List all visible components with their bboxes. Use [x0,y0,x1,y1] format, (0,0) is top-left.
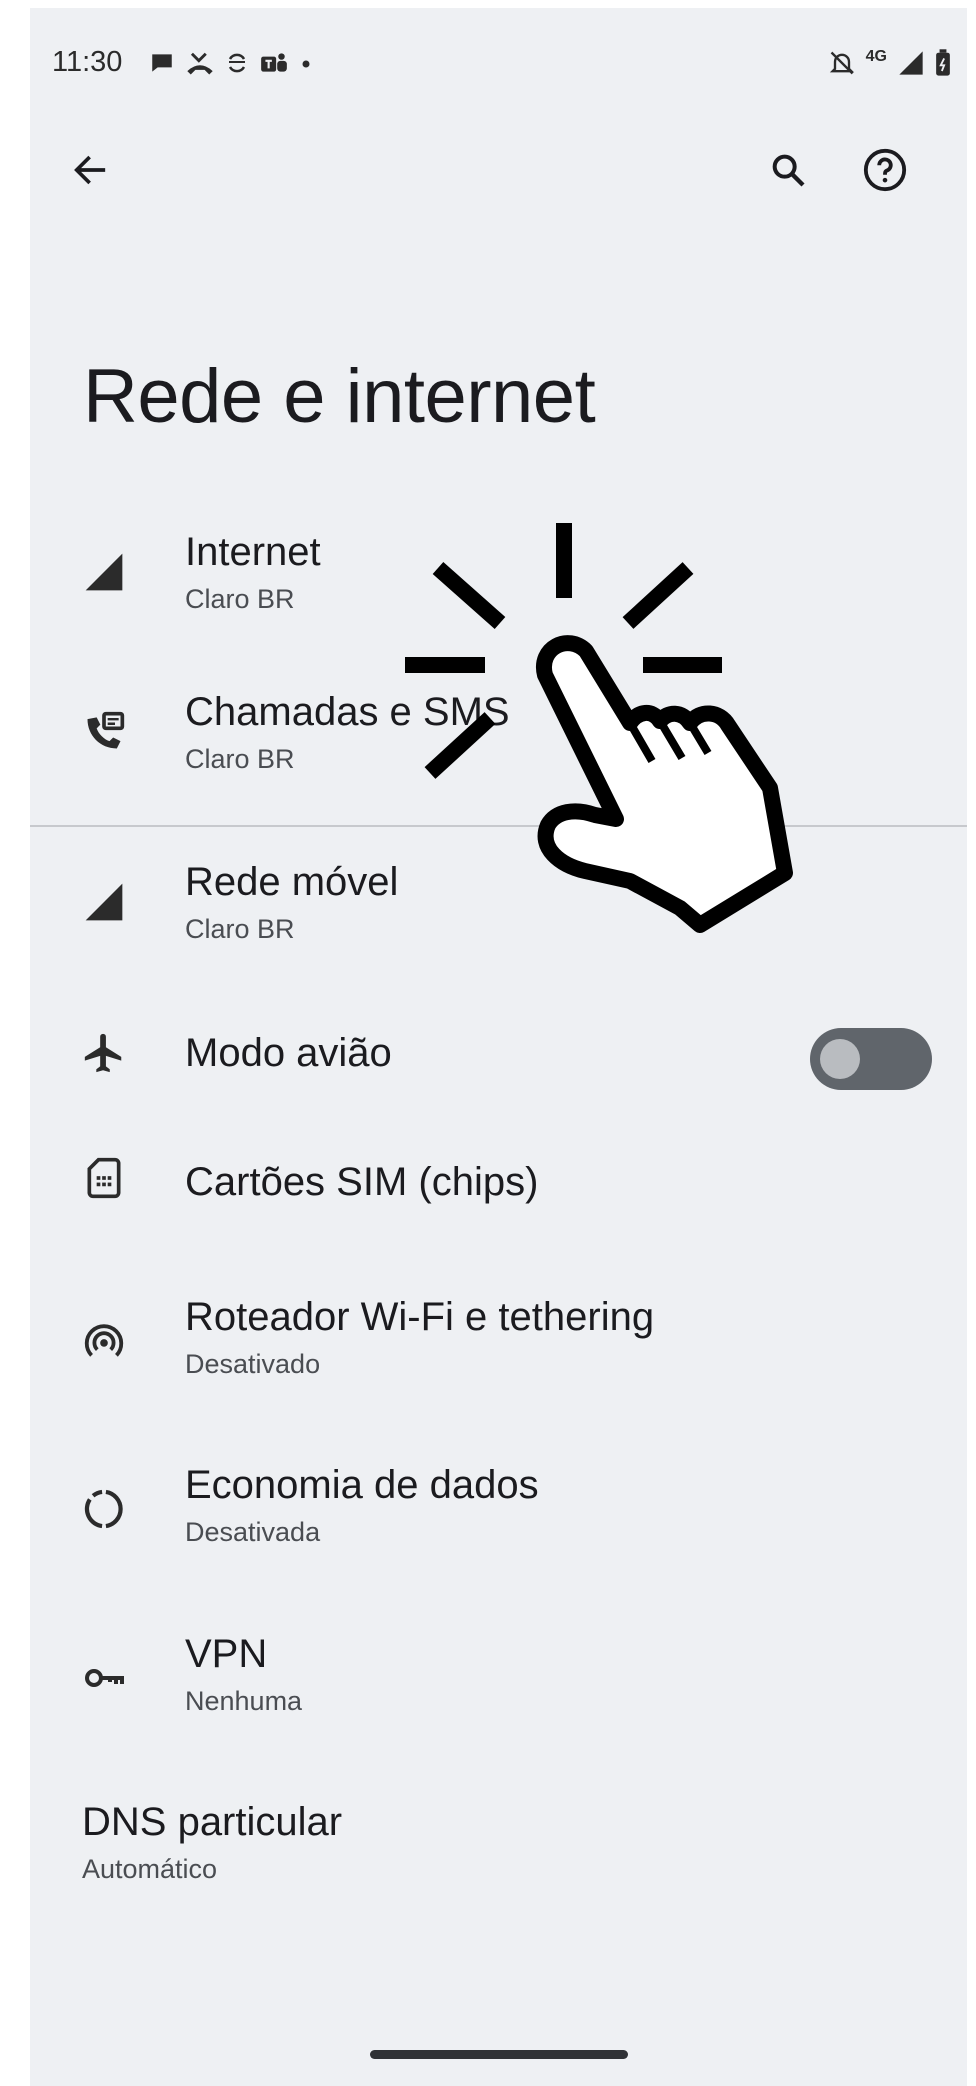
battery-icon [936,49,950,76]
search-button[interactable] [758,140,818,200]
item-subtitle: Automático [82,1854,218,1884]
toggle-knob [820,1039,860,1079]
data-saver-item[interactable]: Economia de dados Desativada [30,1441,967,1571]
arrow-back-icon [74,155,106,185]
status-icons-right: 4G [828,46,951,80]
status-time: 11:30 [52,46,123,78]
cell-signal-icon [80,878,128,926]
missed-call-icon [187,52,213,75]
item-subtitle: Claro BR [185,914,295,944]
sim-card-icon [80,1154,128,1202]
vpn-item[interactable]: VPN Nenhuma [30,1610,967,1740]
item-subtitle: Nenhuma [185,1686,303,1716]
private-dns-item[interactable]: DNS particular Automático [30,1778,967,1908]
back-button[interactable] [60,140,120,200]
sim-cards-item[interactable]: Cartões SIM (chips) [30,1118,967,1238]
home-indicator[interactable] [370,2050,628,2059]
page-title: Rede e internet [83,354,596,439]
settings-screen: 11:30 4G Rede e internet Internet Claro … [30,8,967,2086]
item-title: VPN [185,1632,268,1676]
search-icon [772,154,805,187]
item-subtitle: Claro BR [185,744,295,774]
item-title: Rede móvel [185,860,399,904]
calls-sms-icon [80,708,128,756]
item-subtitle: Claro BR [185,584,295,614]
item-subtitle: Desativado [185,1349,321,1379]
teams-icon [261,53,287,72]
chat-bubble-icon [152,54,172,72]
item-title: Modo avião [185,1031,392,1075]
network-type: 4G [865,48,887,65]
item-title: Internet [185,530,321,574]
item-title: Roteador Wi-Fi e tethering [185,1295,655,1339]
tap-hand-icon [405,523,793,933]
hotspot-item[interactable]: Roteador Wi-Fi e tethering Desativado [30,1273,967,1403]
item-title: DNS particular [82,1800,343,1844]
sync-icon [228,53,246,73]
data-saver-icon [80,1485,128,1533]
hotspot-icon [80,1317,128,1365]
signal-icon [899,51,923,75]
cell-signal-icon [80,548,128,596]
vpn-key-icon [80,1654,128,1702]
help-button[interactable] [855,140,915,200]
item-title: Economia de dados [185,1463,539,1507]
item-subtitle: Desativada [185,1517,321,1547]
dot-icon [302,60,310,68]
airplane-icon [80,1029,128,1077]
status-icons-left [149,46,313,80]
item-title: Cartões SIM (chips) [185,1160,539,1204]
help-icon [863,148,907,192]
notifications-off-icon [829,51,854,75]
airplane-mode-toggle[interactable] [810,1028,932,1090]
